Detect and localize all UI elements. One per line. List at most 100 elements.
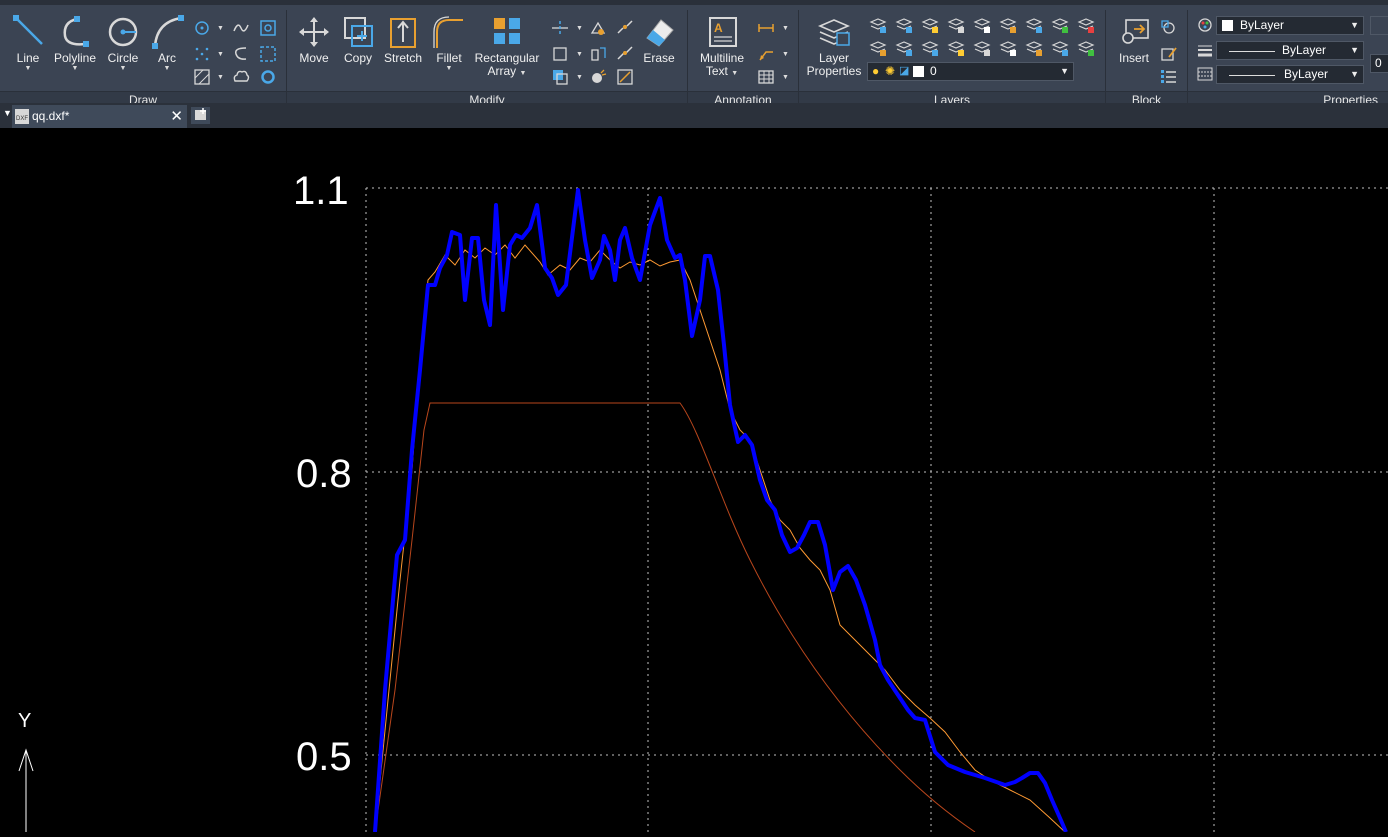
new-tab-button[interactable] <box>191 107 210 124</box>
scale-icon[interactable] <box>551 68 569 86</box>
y-tick-label-1-1[interactable]: 1.1 <box>293 169 349 213</box>
arc-button[interactable]: Arc ▼ <box>143 14 191 72</box>
polyline-button[interactable]: Polyline ▼ <box>51 14 99 72</box>
chevron-down-icon: ▼ <box>163 65 171 72</box>
line-label: Line <box>16 51 40 65</box>
trim-icon[interactable] <box>551 19 569 37</box>
file-tab-name: qq.dxf* <box>32 109 70 123</box>
dimension-icon[interactable] <box>757 19 775 37</box>
lock-icon: ◪ <box>899 65 910 77</box>
donut-icon[interactable] <box>259 68 277 86</box>
color-value: ByLayer <box>1240 18 1285 32</box>
circle-icon <box>108 17 138 47</box>
rotate-icon[interactable] <box>551 45 569 63</box>
point-icon[interactable] <box>193 45 211 63</box>
leader-icon[interactable] <box>757 45 775 63</box>
revcloud-icon[interactable] <box>232 68 250 86</box>
circle-button[interactable]: Circle ▼ <box>99 14 147 72</box>
create-block-icon[interactable] <box>1160 19 1178 37</box>
hatch-icon[interactable] <box>193 68 211 86</box>
line-button[interactable]: Line ▼ <box>4 14 52 72</box>
layer-lock-icon[interactable] <box>947 16 965 34</box>
series-orange-polyline[interactable] <box>374 244 1066 833</box>
edit-hatch-icon[interactable] <box>616 68 634 86</box>
break-icon[interactable] <box>616 19 634 37</box>
color-dropdown[interactable]: ByLayer ▼ <box>1216 16 1364 35</box>
chevron-down-icon: ▼ <box>1060 66 1069 76</box>
lineweight-sample <box>1229 75 1275 76</box>
current-layer-name: 0 <box>930 64 937 78</box>
properties-extra-dropdown[interactable] <box>1370 16 1388 35</box>
insert-icon <box>1122 19 1149 44</box>
transparency-value: 0 <box>1375 56 1382 70</box>
mirror-icon[interactable] <box>589 45 607 63</box>
linetype-value: ByLayer <box>1282 43 1327 57</box>
properties-panel: ByLayer ▼ ByLayer ▼ ByLayer ▼ 0 Properti… <box>1188 10 1388 108</box>
layer-off-icon[interactable] <box>869 16 887 34</box>
block-panel: Insert Block <box>1106 10 1188 108</box>
annotation-panel: A Multiline Text ▼ ▼ ▼ ▼ Annotation <box>688 10 799 108</box>
layer-freeze-icon[interactable] <box>921 16 939 34</box>
drawing-svg[interactable]: 1.1 0.8 0.5 Y <box>0 128 1388 833</box>
match-properties-icon[interactable] <box>1196 16 1214 34</box>
erase-icon <box>646 19 674 47</box>
layer-walk-icon[interactable] <box>999 16 1017 34</box>
rectangular-array-label-2-text: Array <box>487 64 517 78</box>
layer-dropdown[interactable]: ● ✺ ◪ 0 ▼ <box>867 62 1074 81</box>
modify-panel: Move Copy Stretch Fillet ▼ Rectangular A… <box>287 10 688 108</box>
join-icon[interactable] <box>616 45 634 63</box>
layer-properties-label-2: Properties <box>806 64 862 78</box>
tab-menu-icon[interactable]: ▼ <box>3 108 12 118</box>
layer-states-icon[interactable] <box>869 39 887 57</box>
transparency-field[interactable]: 0 <box>1370 54 1388 73</box>
erase-icon-small[interactable] <box>589 19 607 37</box>
copy-button[interactable]: Copy <box>334 14 382 65</box>
layer-unlock-icon[interactable] <box>947 39 965 57</box>
layer-merge-icon[interactable] <box>973 39 991 57</box>
lineweight-dropdown[interactable]: ByLayer ▼ <box>1216 65 1364 84</box>
explode-icon[interactable] <box>589 68 607 86</box>
rectangular-array-icon <box>494 18 520 44</box>
lineweight-icon[interactable] <box>1196 41 1214 59</box>
chevron-down-icon: ▼ <box>782 51 789 58</box>
table-icon[interactable] <box>757 68 775 86</box>
stretch-button[interactable]: Stretch <box>379 14 427 65</box>
block-attributes-icon[interactable] <box>1160 68 1178 86</box>
file-tab[interactable]: DXF qq.dxf* ✕ <box>12 105 187 128</box>
chevron-down-icon: ▼ <box>782 25 789 32</box>
layer-vp-freeze-icon[interactable] <box>1051 39 1069 57</box>
layer-unisolate-icon[interactable] <box>895 39 913 57</box>
spline-icon[interactable] <box>232 19 250 37</box>
layer-properties-button[interactable]: Layer Properties <box>805 14 863 78</box>
layer-previous-icon[interactable] <box>1077 16 1095 34</box>
layer-copy-icon[interactable] <box>999 39 1017 57</box>
chevron-down-icon: ▼ <box>731 70 739 77</box>
series-brown-polyline[interactable] <box>374 402 976 833</box>
layer-change-icon[interactable] <box>1051 16 1069 34</box>
linetype-dropdown[interactable]: ByLayer ▼ <box>1216 41 1364 60</box>
layer-match-icon[interactable] <box>1025 16 1043 34</box>
layer-on-icon[interactable] <box>1077 39 1095 57</box>
layer-make-current-icon[interactable] <box>1025 39 1043 57</box>
erase-button[interactable]: Erase <box>635 14 683 65</box>
ellipse-icon[interactable] <box>193 19 211 37</box>
drawing-canvas[interactable]: 1.1 0.8 0.5 Y <box>0 128 1388 833</box>
offset-icon[interactable] <box>232 45 250 63</box>
series-blue-polyline[interactable] <box>373 188 1068 833</box>
y-tick-label-0-8[interactable]: 0.8 <box>296 452 352 496</box>
boundary-icon[interactable] <box>259 45 277 63</box>
insert-button[interactable]: Insert <box>1110 14 1158 65</box>
move-button[interactable]: Move <box>290 14 338 65</box>
fillet-button[interactable]: Fillet ▼ <box>425 14 473 72</box>
linetype-icon[interactable] <box>1196 65 1214 83</box>
edit-block-icon[interactable] <box>1160 45 1178 63</box>
chevron-down-icon: ▼ <box>445 65 453 72</box>
layer-thaw-icon[interactable] <box>921 39 939 57</box>
rectangular-array-button[interactable]: Rectangular Array ▼ <box>471 14 543 78</box>
layer-delete-icon[interactable] <box>973 16 991 34</box>
layer-isolate-icon[interactable] <box>895 16 913 34</box>
close-icon[interactable]: ✕ <box>170 107 183 125</box>
y-tick-label-0-5[interactable]: 0.5 <box>296 735 352 779</box>
region-icon[interactable] <box>259 19 277 37</box>
multiline-text-button[interactable]: A Multiline Text ▼ <box>694 14 750 78</box>
